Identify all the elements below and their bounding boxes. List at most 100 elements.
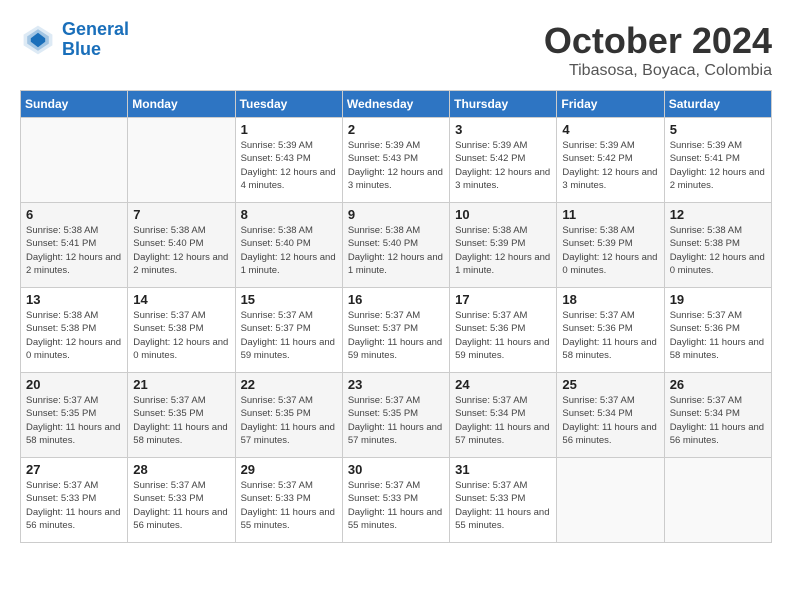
day-info: Sunrise: 5:38 AM Sunset: 5:38 PM Dayligh… xyxy=(26,309,122,362)
day-info: Sunrise: 5:37 AM Sunset: 5:38 PM Dayligh… xyxy=(133,309,229,362)
day-number: 23 xyxy=(348,377,444,392)
day-number: 9 xyxy=(348,207,444,222)
week-row-4: 27 Sunrise: 5:37 AM Sunset: 5:33 PM Dayli… xyxy=(21,458,772,543)
day-number: 15 xyxy=(241,292,337,307)
day-number: 2 xyxy=(348,122,444,137)
day-number: 8 xyxy=(241,207,337,222)
day-cell: 3 Sunrise: 5:39 AM Sunset: 5:42 PM Daylig… xyxy=(450,118,557,203)
day-cell: 17 Sunrise: 5:37 AM Sunset: 5:36 PM Dayli… xyxy=(450,288,557,373)
day-info: Sunrise: 5:38 AM Sunset: 5:39 PM Dayligh… xyxy=(562,224,658,277)
header-row: SundayMondayTuesdayWednesdayThursdayFrid… xyxy=(21,91,772,118)
day-number: 24 xyxy=(455,377,551,392)
day-cell: 13 Sunrise: 5:38 AM Sunset: 5:38 PM Dayli… xyxy=(21,288,128,373)
logo-text: General Blue xyxy=(62,20,129,60)
header-cell-friday: Friday xyxy=(557,91,664,118)
day-number: 25 xyxy=(562,377,658,392)
day-number: 16 xyxy=(348,292,444,307)
day-cell: 7 Sunrise: 5:38 AM Sunset: 5:40 PM Daylig… xyxy=(128,203,235,288)
header-cell-sunday: Sunday xyxy=(21,91,128,118)
day-info: Sunrise: 5:37 AM Sunset: 5:35 PM Dayligh… xyxy=(26,394,122,447)
day-info: Sunrise: 5:37 AM Sunset: 5:36 PM Dayligh… xyxy=(455,309,551,362)
day-info: Sunrise: 5:38 AM Sunset: 5:40 PM Dayligh… xyxy=(133,224,229,277)
week-row-3: 20 Sunrise: 5:37 AM Sunset: 5:35 PM Dayli… xyxy=(21,373,772,458)
day-cell xyxy=(128,118,235,203)
day-cell xyxy=(21,118,128,203)
day-cell: 31Sunrise: 5:37 AM Sunset: 5:33 PM Dayli… xyxy=(450,458,557,543)
day-cell: 29Sunrise: 5:37 AM Sunset: 5:33 PM Dayli… xyxy=(235,458,342,543)
day-cell: 10 Sunrise: 5:38 AM Sunset: 5:39 PM Dayli… xyxy=(450,203,557,288)
header-cell-tuesday: Tuesday xyxy=(235,91,342,118)
day-number: 26 xyxy=(670,377,766,392)
day-info: Sunrise: 5:37 AM Sunset: 5:36 PM Dayligh… xyxy=(562,309,658,362)
day-info: Sunrise: 5:37 AM Sunset: 5:33 PM Dayligh… xyxy=(241,479,337,532)
day-number: 5 xyxy=(670,122,766,137)
day-info: Sunrise: 5:38 AM Sunset: 5:40 PM Dayligh… xyxy=(241,224,337,277)
day-cell: 16Sunrise: 5:37 AM Sunset: 5:37 PM Dayli… xyxy=(342,288,449,373)
day-cell: 12 Sunrise: 5:38 AM Sunset: 5:38 PM Dayli… xyxy=(664,203,771,288)
day-info: Sunrise: 5:37 AM Sunset: 5:33 PM Dayligh… xyxy=(348,479,444,532)
logo: General Blue xyxy=(20,20,129,60)
day-info: Sunrise: 5:37 AM Sunset: 5:37 PM Dayligh… xyxy=(241,309,337,362)
day-info: Sunrise: 5:37 AM Sunset: 5:33 PM Dayligh… xyxy=(133,479,229,532)
day-cell: 19Sunrise: 5:37 AM Sunset: 5:36 PM Dayli… xyxy=(664,288,771,373)
week-row-1: 6Sunrise: 5:38 AM Sunset: 5:41 PM Daylig… xyxy=(21,203,772,288)
day-info: Sunrise: 5:37 AM Sunset: 5:35 PM Dayligh… xyxy=(348,394,444,447)
day-cell: 27 Sunrise: 5:37 AM Sunset: 5:33 PM Dayli… xyxy=(21,458,128,543)
day-number: 12 xyxy=(670,207,766,222)
week-row-2: 13 Sunrise: 5:38 AM Sunset: 5:38 PM Dayli… xyxy=(21,288,772,373)
day-cell: 23 Sunrise: 5:37 AM Sunset: 5:35 PM Dayli… xyxy=(342,373,449,458)
location-subtitle: Tibasosa, Boyaca, Colombia xyxy=(544,62,772,80)
day-number: 20 xyxy=(26,377,122,392)
title-area: October 2024 Tibasosa, Boyaca, Colombia xyxy=(544,20,772,80)
day-number: 3 xyxy=(455,122,551,137)
header-cell-monday: Monday xyxy=(128,91,235,118)
day-number: 14 xyxy=(133,292,229,307)
day-cell: 5Sunrise: 5:39 AM Sunset: 5:41 PM Daylig… xyxy=(664,118,771,203)
day-info: Sunrise: 5:37 AM Sunset: 5:33 PM Dayligh… xyxy=(26,479,122,532)
day-number: 19 xyxy=(670,292,766,307)
logo-line2: Blue xyxy=(62,39,101,59)
day-cell: 22 Sunrise: 5:37 AM Sunset: 5:35 PM Dayli… xyxy=(235,373,342,458)
logo-line1: General xyxy=(62,19,129,39)
day-info: Sunrise: 5:38 AM Sunset: 5:38 PM Dayligh… xyxy=(670,224,766,277)
day-info: Sunrise: 5:39 AM Sunset: 5:43 PM Dayligh… xyxy=(241,139,337,192)
day-number: 22 xyxy=(241,377,337,392)
day-cell: 9Sunrise: 5:38 AM Sunset: 5:40 PM Daylig… xyxy=(342,203,449,288)
day-cell: 28Sunrise: 5:37 AM Sunset: 5:33 PM Dayli… xyxy=(128,458,235,543)
day-number: 27 xyxy=(26,462,122,477)
day-cell: 15 Sunrise: 5:37 AM Sunset: 5:37 PM Dayli… xyxy=(235,288,342,373)
day-cell: 8 Sunrise: 5:38 AM Sunset: 5:40 PM Daylig… xyxy=(235,203,342,288)
day-cell: 20 Sunrise: 5:37 AM Sunset: 5:35 PM Dayli… xyxy=(21,373,128,458)
header-cell-wednesday: Wednesday xyxy=(342,91,449,118)
header-cell-saturday: Saturday xyxy=(664,91,771,118)
day-number: 4 xyxy=(562,122,658,137)
day-info: Sunrise: 5:39 AM Sunset: 5:43 PM Dayligh… xyxy=(348,139,444,192)
day-info: Sunrise: 5:37 AM Sunset: 5:35 PM Dayligh… xyxy=(241,394,337,447)
day-number: 18 xyxy=(562,292,658,307)
day-number: 10 xyxy=(455,207,551,222)
day-number: 7 xyxy=(133,207,229,222)
day-cell: 30 Sunrise: 5:37 AM Sunset: 5:33 PM Dayli… xyxy=(342,458,449,543)
day-info: Sunrise: 5:37 AM Sunset: 5:35 PM Dayligh… xyxy=(133,394,229,447)
day-info: Sunrise: 5:39 AM Sunset: 5:42 PM Dayligh… xyxy=(562,139,658,192)
day-info: Sunrise: 5:38 AM Sunset: 5:39 PM Dayligh… xyxy=(455,224,551,277)
day-info: Sunrise: 5:37 AM Sunset: 5:34 PM Dayligh… xyxy=(562,394,658,447)
day-cell xyxy=(557,458,664,543)
day-cell: 2 Sunrise: 5:39 AM Sunset: 5:43 PM Daylig… xyxy=(342,118,449,203)
day-number: 21 xyxy=(133,377,229,392)
day-cell: 11Sunrise: 5:38 AM Sunset: 5:39 PM Dayli… xyxy=(557,203,664,288)
day-number: 1 xyxy=(241,122,337,137)
header: General Blue October 2024 Tibasosa, Boya… xyxy=(20,20,772,80)
calendar-table: SundayMondayTuesdayWednesdayThursdayFrid… xyxy=(20,90,772,543)
day-number: 30 xyxy=(348,462,444,477)
day-info: Sunrise: 5:39 AM Sunset: 5:42 PM Dayligh… xyxy=(455,139,551,192)
day-cell: 6Sunrise: 5:38 AM Sunset: 5:41 PM Daylig… xyxy=(21,203,128,288)
day-cell: 25 Sunrise: 5:37 AM Sunset: 5:34 PM Dayli… xyxy=(557,373,664,458)
day-number: 13 xyxy=(26,292,122,307)
week-row-0: 1 Sunrise: 5:39 AM Sunset: 5:43 PM Daylig… xyxy=(21,118,772,203)
day-number: 17 xyxy=(455,292,551,307)
day-number: 6 xyxy=(26,207,122,222)
month-title: October 2024 xyxy=(544,20,772,62)
day-cell: 24Sunrise: 5:37 AM Sunset: 5:34 PM Dayli… xyxy=(450,373,557,458)
day-cell: 21 Sunrise: 5:37 AM Sunset: 5:35 PM Dayli… xyxy=(128,373,235,458)
